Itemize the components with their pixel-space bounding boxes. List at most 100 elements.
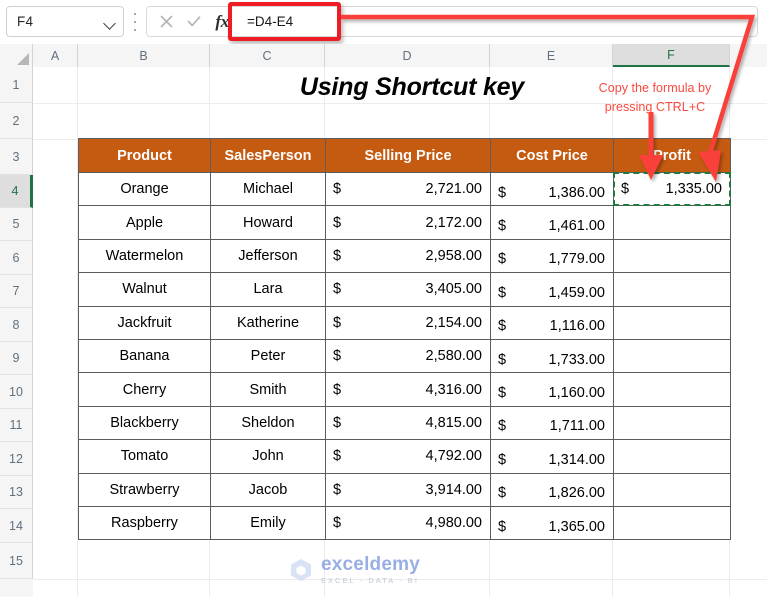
cell-profit[interactable] bbox=[614, 473, 731, 506]
cell-selling-price[interactable]: $3,405.00 bbox=[326, 273, 491, 306]
cell-product[interactable]: Orange bbox=[79, 173, 211, 206]
cell-profit[interactable] bbox=[614, 206, 731, 239]
cell-cost-price[interactable]: $1,314.00 bbox=[491, 440, 614, 473]
row-header-2[interactable]: 2 bbox=[0, 103, 33, 139]
cell-salesperson[interactable]: Peter bbox=[211, 339, 326, 372]
column-header-c[interactable]: C bbox=[210, 44, 325, 67]
cell-salesperson[interactable]: Jacob bbox=[211, 473, 326, 506]
row-header-4[interactable]: 4 bbox=[0, 175, 33, 208]
cell-product[interactable]: Tomato bbox=[79, 440, 211, 473]
cell-salesperson[interactable]: Katherine bbox=[211, 306, 326, 339]
formula-bar[interactable]: fx =D4-E4 bbox=[146, 6, 758, 37]
cell-profit[interactable] bbox=[614, 506, 731, 539]
cell-cost-price[interactable]: $1,461.00 bbox=[491, 206, 614, 239]
cell-cost-price[interactable]: $1,711.00 bbox=[491, 406, 614, 439]
cell-product[interactable]: Blackberry bbox=[79, 406, 211, 439]
cell-selling-price[interactable]: $4,792.00 bbox=[326, 440, 491, 473]
table-row[interactable]: Walnut Lara $3,405.00 $1,459.00 bbox=[79, 273, 731, 306]
enter-check-icon[interactable] bbox=[181, 9, 207, 35]
table-row[interactable]: Blackberry Sheldon $4,815.00 $1,711.00 bbox=[79, 406, 731, 439]
cell-selling-price[interactable]: $4,316.00 bbox=[326, 373, 491, 406]
cell-salesperson[interactable]: Sheldon bbox=[211, 406, 326, 439]
cell-selling-price[interactable]: $4,980.00 bbox=[326, 506, 491, 539]
cancel-x-icon[interactable] bbox=[153, 9, 179, 35]
cell-product[interactable]: Watermelon bbox=[79, 239, 211, 272]
column-header-b[interactable]: B bbox=[78, 44, 210, 67]
column-header-d[interactable]: D bbox=[325, 44, 490, 67]
cell-selling-price[interactable]: $2,958.00 bbox=[326, 239, 491, 272]
table-row[interactable]: Strawberry Jacob $3,914.00 $1,826.00 bbox=[79, 473, 731, 506]
chevron-down-icon[interactable] bbox=[103, 15, 117, 29]
cell-profit[interactable] bbox=[614, 306, 731, 339]
cell-product[interactable]: Strawberry bbox=[79, 473, 211, 506]
row-header-6[interactable]: 6 bbox=[0, 241, 33, 275]
cell-cost-price[interactable]: $1,160.00 bbox=[491, 373, 614, 406]
cell-profit[interactable] bbox=[614, 339, 731, 372]
cell-salesperson[interactable]: Michael bbox=[211, 173, 326, 206]
cell-selling-price[interactable]: $2,154.00 bbox=[326, 306, 491, 339]
cell-cost-price[interactable]: $1,116.00 bbox=[491, 306, 614, 339]
cell-product[interactable]: Raspberry bbox=[79, 506, 211, 539]
column-header-e[interactable]: E bbox=[490, 44, 613, 67]
cell-selling-price[interactable]: $2,721.00 bbox=[326, 173, 491, 206]
cell-profit[interactable] bbox=[614, 406, 731, 439]
cell-selling-price[interactable]: $3,914.00 bbox=[326, 473, 491, 506]
cell-selling-price[interactable]: $4,815.00 bbox=[326, 406, 491, 439]
table-row[interactable]: Cherry Smith $4,316.00 $1,160.00 bbox=[79, 373, 731, 406]
row-header-1[interactable]: 1 bbox=[0, 67, 33, 103]
cell-product[interactable]: Banana bbox=[79, 339, 211, 372]
currency-symbol: $ bbox=[498, 418, 506, 434]
row-header-14[interactable]: 14 bbox=[0, 509, 33, 543]
cell-profit[interactable] bbox=[614, 239, 731, 272]
cell-product[interactable]: Cherry bbox=[79, 373, 211, 406]
formula-input[interactable]: =D4-E4 bbox=[235, 7, 757, 36]
table-row[interactable]: Raspberry Emily $4,980.00 $1,365.00 bbox=[79, 506, 731, 539]
row-header-3[interactable]: 3 bbox=[0, 139, 33, 175]
cell-profit[interactable] bbox=[614, 440, 731, 473]
cell-product[interactable]: Walnut bbox=[79, 273, 211, 306]
more-vertical-icon[interactable] bbox=[131, 13, 139, 31]
row-header-5[interactable]: 5 bbox=[0, 208, 33, 241]
cell-product[interactable]: Jackfruit bbox=[79, 306, 211, 339]
table-row[interactable]: Apple Howard $2,172.00 $1,461.00 bbox=[79, 206, 731, 239]
table-row[interactable]: Tomato John $4,792.00 $1,314.00 bbox=[79, 440, 731, 473]
cell-cost-price[interactable]: $1,459.00 bbox=[491, 273, 614, 306]
cell-salesperson[interactable]: Howard bbox=[211, 206, 326, 239]
row-header-15[interactable]: 15 bbox=[0, 543, 33, 579]
cell-profit[interactable] bbox=[614, 373, 731, 406]
cell-selling-price[interactable]: $2,580.00 bbox=[326, 339, 491, 372]
row-header-8[interactable]: 8 bbox=[0, 308, 33, 342]
row-header-10[interactable]: 10 bbox=[0, 375, 33, 409]
row-header-7[interactable]: 7 bbox=[0, 275, 33, 308]
cell-salesperson[interactable]: Emily bbox=[211, 506, 326, 539]
table-row[interactable]: Orange Michael $2,721.00 $1,386.00 $1,33… bbox=[79, 173, 731, 206]
cell-cost-price[interactable]: $1,779.00 bbox=[491, 239, 614, 272]
cell-salesperson[interactable]: Lara bbox=[211, 273, 326, 306]
annotation-line-1: Copy the formula by bbox=[570, 79, 740, 98]
column-header-f[interactable]: F bbox=[613, 44, 730, 67]
cell-value: 1,779.00 bbox=[506, 251, 605, 267]
column-header-g[interactable] bbox=[730, 44, 767, 67]
row-header-12[interactable]: 12 bbox=[0, 442, 33, 476]
cell-cost-price[interactable]: $1,386.00 bbox=[491, 173, 614, 206]
name-box[interactable]: F4 bbox=[6, 6, 124, 37]
cell-product[interactable]: Apple bbox=[79, 206, 211, 239]
column-header-a[interactable]: A bbox=[33, 44, 78, 67]
row-header-9[interactable]: 9 bbox=[0, 342, 33, 375]
cell-cost-price[interactable]: $1,733.00 bbox=[491, 339, 614, 372]
fx-icon[interactable]: fx bbox=[209, 9, 235, 35]
row-header-11[interactable]: 11 bbox=[0, 409, 33, 442]
cell-salesperson[interactable]: John bbox=[211, 440, 326, 473]
cell-salesperson[interactable]: Smith bbox=[211, 373, 326, 406]
row-header-13[interactable]: 13 bbox=[0, 476, 33, 509]
cell-salesperson[interactable]: Jefferson bbox=[211, 239, 326, 272]
cell-profit[interactable] bbox=[614, 273, 731, 306]
table-row[interactable]: Jackfruit Katherine $2,154.00 $1,116.00 bbox=[79, 306, 731, 339]
cell-profit-f4-copied[interactable]: $1,335.00 bbox=[614, 173, 731, 206]
table-row[interactable]: Banana Peter $2,580.00 $1,733.00 bbox=[79, 339, 731, 372]
table-row[interactable]: Watermelon Jefferson $2,958.00 $1,779.00 bbox=[79, 239, 731, 272]
select-all-corner-icon[interactable] bbox=[0, 44, 33, 67]
cell-selling-price[interactable]: $2,172.00 bbox=[326, 206, 491, 239]
cell-cost-price[interactable]: $1,826.00 bbox=[491, 473, 614, 506]
cell-cost-price[interactable]: $1,365.00 bbox=[491, 506, 614, 539]
